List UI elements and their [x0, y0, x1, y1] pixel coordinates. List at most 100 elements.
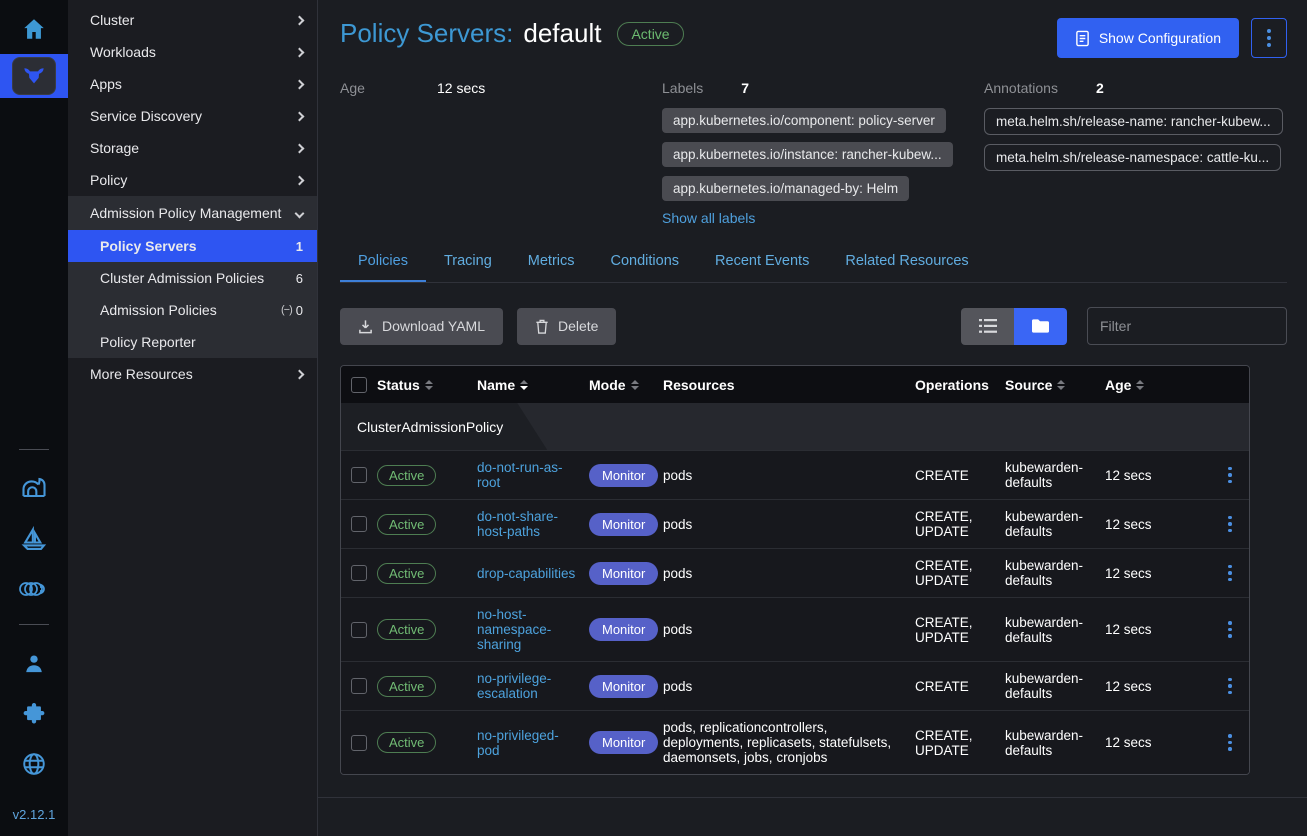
sidebar-item-more-resources[interactable]: More Resources [68, 358, 317, 390]
row-kebab-menu-button[interactable] [1211, 678, 1249, 695]
globe-icon[interactable] [17, 749, 51, 779]
sidebar-item-policy-servers[interactable]: Policy Servers 1 [68, 230, 317, 262]
tab-related-resources[interactable]: Related Resources [827, 242, 986, 282]
policy-name-link[interactable]: no-privileged-pod [477, 728, 589, 758]
sidebar-item-policy[interactable]: Policy [68, 164, 317, 196]
home-icon[interactable] [21, 16, 47, 42]
age-cell: 12 secs [1105, 679, 1211, 694]
resources-cell: pods [663, 566, 915, 581]
row-checkbox[interactable] [351, 678, 367, 694]
table-row[interactable]: Active do-not-run-as-root Monitor pods C… [341, 450, 1249, 499]
tab-recent-events[interactable]: Recent Events [697, 242, 827, 282]
show-all-labels-link[interactable]: Show all labels [662, 210, 755, 226]
sidebar-item-apps[interactable]: Apps [68, 68, 317, 100]
item-count: (−)0 [281, 303, 303, 318]
sidebar-item-admission-policies[interactable]: Admission Policies (−)0 [68, 294, 317, 326]
sidebar-item-storage[interactable]: Storage [68, 132, 317, 164]
show-configuration-button[interactable]: Show Configuration [1057, 18, 1239, 58]
age-cell: 12 secs [1105, 517, 1211, 532]
column-header-age[interactable]: Age [1105, 377, 1211, 393]
row-kebab-menu-button[interactable] [1211, 565, 1249, 582]
sidebar-item-service-discovery[interactable]: Service Discovery [68, 100, 317, 132]
view-toggle [961, 308, 1067, 345]
download-yaml-button[interactable]: Download YAML [340, 308, 503, 345]
delete-button[interactable]: Delete [517, 308, 616, 345]
sidebar-nav: Cluster Workloads Apps Service Discovery… [68, 0, 318, 836]
column-header-resources[interactable]: Resources [663, 377, 915, 393]
labels-section: Labels 7 app.kubernetes.io/component: po… [662, 80, 984, 226]
tab-tracing[interactable]: Tracing [426, 242, 510, 282]
rail-divider [19, 624, 49, 625]
sidebar-item-workloads[interactable]: Workloads [68, 36, 317, 68]
row-checkbox[interactable] [351, 565, 367, 581]
column-header-source[interactable]: Source [1005, 377, 1105, 393]
column-header-status[interactable]: Status [377, 377, 477, 393]
list-icon [979, 319, 997, 333]
row-checkbox[interactable] [351, 516, 367, 532]
chevron-right-icon [295, 47, 305, 57]
table-row[interactable]: Active no-privileged-pod Monitor pods, r… [341, 710, 1249, 774]
age-cell: 12 secs [1105, 468, 1211, 483]
policy-name-link[interactable]: do-not-share-host-paths [477, 509, 589, 539]
table-row[interactable]: Active do-not-share-host-paths Monitor p… [341, 499, 1249, 548]
tab-metrics[interactable]: Metrics [510, 242, 593, 282]
column-header-operations[interactable]: Operations [915, 377, 1005, 393]
label-chip: app.kubernetes.io/managed-by: Helm [662, 176, 909, 201]
policy-name-link[interactable]: drop-capabilities [477, 566, 589, 581]
download-icon [358, 319, 373, 334]
sort-icon [1057, 380, 1065, 390]
sidebar-item-cluster[interactable]: Cluster [68, 4, 317, 36]
group-view-button[interactable] [1014, 308, 1067, 345]
detail-tabs: Policies Tracing Metrics Conditions Rece… [340, 242, 1287, 283]
policy-name-link[interactable]: no-privilege-escalation [477, 671, 589, 701]
annotation-chip: meta.helm.sh/release-namespace: cattle-k… [984, 144, 1281, 171]
annotation-chip: meta.helm.sh/release-name: rancher-kubew… [984, 108, 1283, 135]
table-row[interactable]: Active drop-capabilities Monitor pods CR… [341, 548, 1249, 597]
status-badge: Active [617, 22, 683, 46]
resources-cell: pods, replicationcontrollers, deployment… [663, 720, 915, 765]
list-view-button[interactable] [961, 308, 1014, 345]
kubewarden-app-icon[interactable] [12, 57, 56, 95]
chevron-right-icon [295, 15, 305, 25]
page-title-type[interactable]: Policy Servers: [340, 18, 513, 49]
age-value: 12 secs [437, 80, 485, 96]
tab-conditions[interactable]: Conditions [593, 242, 698, 282]
source-cell: kubewarden-defaults [1005, 671, 1105, 701]
operations-cell: CREATE, UPDATE [915, 728, 1005, 758]
select-all-checkbox[interactable] [351, 377, 367, 393]
policy-name-link[interactable]: do-not-run-as-root [477, 460, 589, 490]
column-header-name[interactable]: Name [477, 377, 589, 393]
sidebar-item-admission-policy-management[interactable]: Admission Policy Management [68, 196, 317, 230]
cluster-harvester-icon[interactable] [17, 474, 51, 504]
row-kebab-menu-button[interactable] [1211, 621, 1249, 638]
policy-name-link[interactable]: no-host-namespace-sharing [477, 607, 589, 652]
sidebar-item-cluster-admission-policies[interactable]: Cluster Admission Policies 6 [68, 262, 317, 294]
annotations-section: Annotations 2 meta.helm.sh/release-name:… [984, 80, 1287, 180]
page-header: Policy Servers: default Active Show Conf… [340, 18, 1287, 58]
cluster-fleet-icon[interactable] [17, 574, 51, 604]
tab-policies[interactable]: Policies [340, 242, 426, 282]
user-icon[interactable] [17, 649, 51, 679]
cluster-sailboat-icon[interactable] [17, 524, 51, 554]
sidebar-item-policy-reporter[interactable]: Policy Reporter [68, 326, 317, 358]
row-checkbox[interactable] [351, 622, 367, 638]
row-checkbox[interactable] [351, 735, 367, 751]
header-kebab-menu-button[interactable] [1251, 18, 1287, 58]
table-row[interactable]: Active no-host-namespace-sharing Monitor… [341, 597, 1249, 661]
column-header-mode[interactable]: Mode [589, 377, 663, 393]
chevron-right-icon [295, 175, 305, 185]
mode-badge: Monitor [589, 464, 658, 487]
table-row[interactable]: Active no-privilege-escalation Monitor p… [341, 661, 1249, 710]
row-checkbox[interactable] [351, 467, 367, 483]
filter-input[interactable] [1087, 307, 1287, 345]
row-kebab-menu-button[interactable] [1211, 467, 1249, 484]
row-kebab-menu-button[interactable] [1211, 516, 1249, 533]
row-kebab-menu-button[interactable] [1211, 734, 1249, 751]
source-cell: kubewarden-defaults [1005, 615, 1105, 645]
chevron-right-icon [295, 111, 305, 121]
extensions-puzzle-icon[interactable] [17, 699, 51, 729]
mode-badge: Monitor [589, 731, 658, 754]
delete-label: Delete [558, 318, 598, 334]
folder-icon [1032, 319, 1049, 333]
table-group-row: ClusterAdmissionPolicy [341, 403, 1249, 450]
